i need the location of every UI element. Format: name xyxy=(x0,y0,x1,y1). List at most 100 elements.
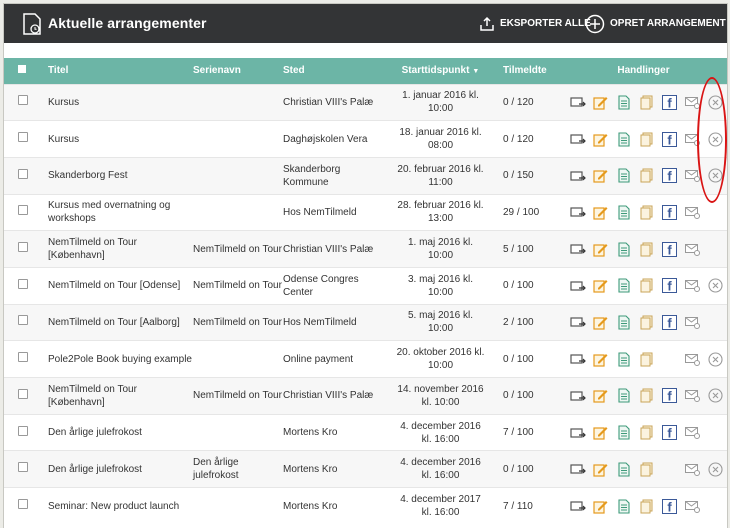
export-all-button[interactable]: EKSPORTER ALLE xyxy=(479,4,591,43)
edit-icon[interactable] xyxy=(589,203,612,221)
copy-icon[interactable] xyxy=(635,497,658,515)
row-checkbox[interactable] xyxy=(18,462,28,473)
column-start[interactable]: Starttidspunkt ▼ xyxy=(378,58,503,84)
email-icon[interactable] xyxy=(681,93,704,111)
email-icon[interactable] xyxy=(681,460,704,478)
document-icon[interactable] xyxy=(612,350,635,368)
copy-icon[interactable] xyxy=(635,460,658,478)
cancel-icon[interactable] xyxy=(704,460,727,478)
edit-icon[interactable] xyxy=(589,497,612,515)
document-icon[interactable] xyxy=(612,460,635,478)
email-icon[interactable] xyxy=(681,167,704,185)
cancel-icon[interactable] xyxy=(704,93,727,111)
cancel-icon[interactable] xyxy=(704,167,727,185)
copy-icon[interactable] xyxy=(635,424,658,442)
event-title[interactable]: Skanderborg Fest xyxy=(48,156,193,195)
facebook-icon[interactable]: f xyxy=(658,497,681,515)
cancel-icon[interactable] xyxy=(704,130,727,148)
edit-icon[interactable] xyxy=(589,240,612,258)
cancel-icon[interactable] xyxy=(704,277,727,295)
row-checkbox[interactable] xyxy=(18,388,28,399)
facebook-icon[interactable]: f xyxy=(658,130,681,148)
document-icon[interactable] xyxy=(612,240,635,258)
facebook-icon[interactable]: f xyxy=(658,313,681,331)
edit-icon[interactable] xyxy=(589,387,612,405)
table-row[interactable]: NemTilmeld on Tour [Odense] NemTilmeld on… xyxy=(4,266,727,305)
row-checkbox[interactable] xyxy=(18,95,28,106)
edit-icon[interactable] xyxy=(589,313,612,331)
copy-icon[interactable] xyxy=(635,93,658,111)
row-checkbox[interactable] xyxy=(18,425,28,436)
copy-icon[interactable] xyxy=(635,387,658,405)
table-row[interactable]: Seminar: New product launch Mortens Kro 4.… xyxy=(4,487,727,525)
move-event-icon[interactable] xyxy=(566,460,589,478)
email-icon[interactable] xyxy=(681,350,704,368)
document-icon[interactable] xyxy=(612,424,635,442)
event-title[interactable]: Den årlige julefrokost xyxy=(48,450,193,488)
facebook-icon[interactable]: f xyxy=(658,240,681,258)
document-icon[interactable] xyxy=(612,313,635,331)
document-icon[interactable] xyxy=(612,203,635,221)
event-title[interactable]: Pole2Pole Book buying example xyxy=(48,340,193,378)
email-icon[interactable] xyxy=(681,203,704,221)
email-icon[interactable] xyxy=(681,277,704,295)
move-event-icon[interactable] xyxy=(566,203,589,221)
edit-icon[interactable] xyxy=(589,460,612,478)
edit-icon[interactable] xyxy=(589,277,612,295)
table-row[interactable]: Pole2Pole Book buying example Online paym… xyxy=(4,340,727,378)
table-row[interactable]: NemTilmeld on Tour [Aalborg] NemTilmeld o… xyxy=(4,303,727,341)
email-icon[interactable] xyxy=(681,497,704,515)
copy-icon[interactable] xyxy=(635,203,658,221)
move-event-icon[interactable] xyxy=(566,130,589,148)
document-icon[interactable] xyxy=(612,387,635,405)
facebook-icon[interactable]: f xyxy=(658,387,681,405)
column-series[interactable]: Serienavn xyxy=(193,58,283,84)
edit-icon[interactable] xyxy=(589,130,612,148)
table-row[interactable]: Kursus Christian VIII's Palæ 1. januar 201… xyxy=(4,83,727,121)
create-event-button[interactable]: OPRET ARRANGEMENT xyxy=(585,4,726,43)
facebook-icon[interactable]: f xyxy=(658,277,681,295)
row-checkbox[interactable] xyxy=(18,278,28,289)
document-icon[interactable] xyxy=(612,130,635,148)
row-checkbox[interactable] xyxy=(18,352,28,363)
row-checkbox[interactable] xyxy=(18,242,28,253)
table-row[interactable]: Skanderborg Fest Skanderborg Kommune 20. f… xyxy=(4,156,727,195)
move-event-icon[interactable] xyxy=(566,240,589,258)
table-row[interactable]: Kursus med overnatning og workshops Hos N… xyxy=(4,193,727,231)
copy-icon[interactable] xyxy=(635,130,658,148)
move-event-icon[interactable] xyxy=(566,313,589,331)
move-event-icon[interactable] xyxy=(566,167,589,185)
copy-icon[interactable] xyxy=(635,167,658,185)
facebook-icon[interactable]: f xyxy=(658,167,681,185)
move-event-icon[interactable] xyxy=(566,497,589,515)
table-row[interactable]: NemTilmeld on Tour [København] NemTilmeld… xyxy=(4,377,727,415)
email-icon[interactable] xyxy=(681,313,704,331)
document-icon[interactable] xyxy=(612,93,635,111)
move-event-icon[interactable] xyxy=(566,424,589,442)
email-icon[interactable] xyxy=(681,387,704,405)
edit-icon[interactable] xyxy=(589,424,612,442)
document-icon[interactable] xyxy=(612,277,635,295)
table-row[interactable]: Kursus Daghøjskolen Vera 18. januar 2016 k… xyxy=(4,120,727,158)
copy-icon[interactable] xyxy=(635,240,658,258)
email-icon[interactable] xyxy=(681,130,704,148)
copy-icon[interactable] xyxy=(635,313,658,331)
event-title[interactable]: NemTilmeld on Tour [Odense] xyxy=(48,266,193,305)
move-event-icon[interactable] xyxy=(566,350,589,368)
select-all-checkbox[interactable] xyxy=(18,65,26,74)
row-checkbox[interactable] xyxy=(18,205,28,216)
row-checkbox[interactable] xyxy=(18,132,28,143)
table-row[interactable]: NemTilmeld on Tour [København] NemTilmeld… xyxy=(4,230,727,268)
row-checkbox[interactable] xyxy=(18,315,28,326)
email-icon[interactable] xyxy=(681,424,704,442)
row-checkbox[interactable] xyxy=(18,499,28,510)
edit-icon[interactable] xyxy=(589,167,612,185)
event-title[interactable]: NemTilmeld on Tour [København] xyxy=(48,377,193,415)
event-title[interactable]: NemTilmeld on Tour [København] xyxy=(48,230,193,268)
cancel-icon[interactable] xyxy=(704,387,727,405)
table-row[interactable]: Den årlige julefrokost Den årlige julefro… xyxy=(4,450,727,488)
move-event-icon[interactable] xyxy=(566,277,589,295)
edit-icon[interactable] xyxy=(589,350,612,368)
column-registered[interactable]: Tilmeldte xyxy=(503,58,560,84)
facebook-icon[interactable]: f xyxy=(658,424,681,442)
